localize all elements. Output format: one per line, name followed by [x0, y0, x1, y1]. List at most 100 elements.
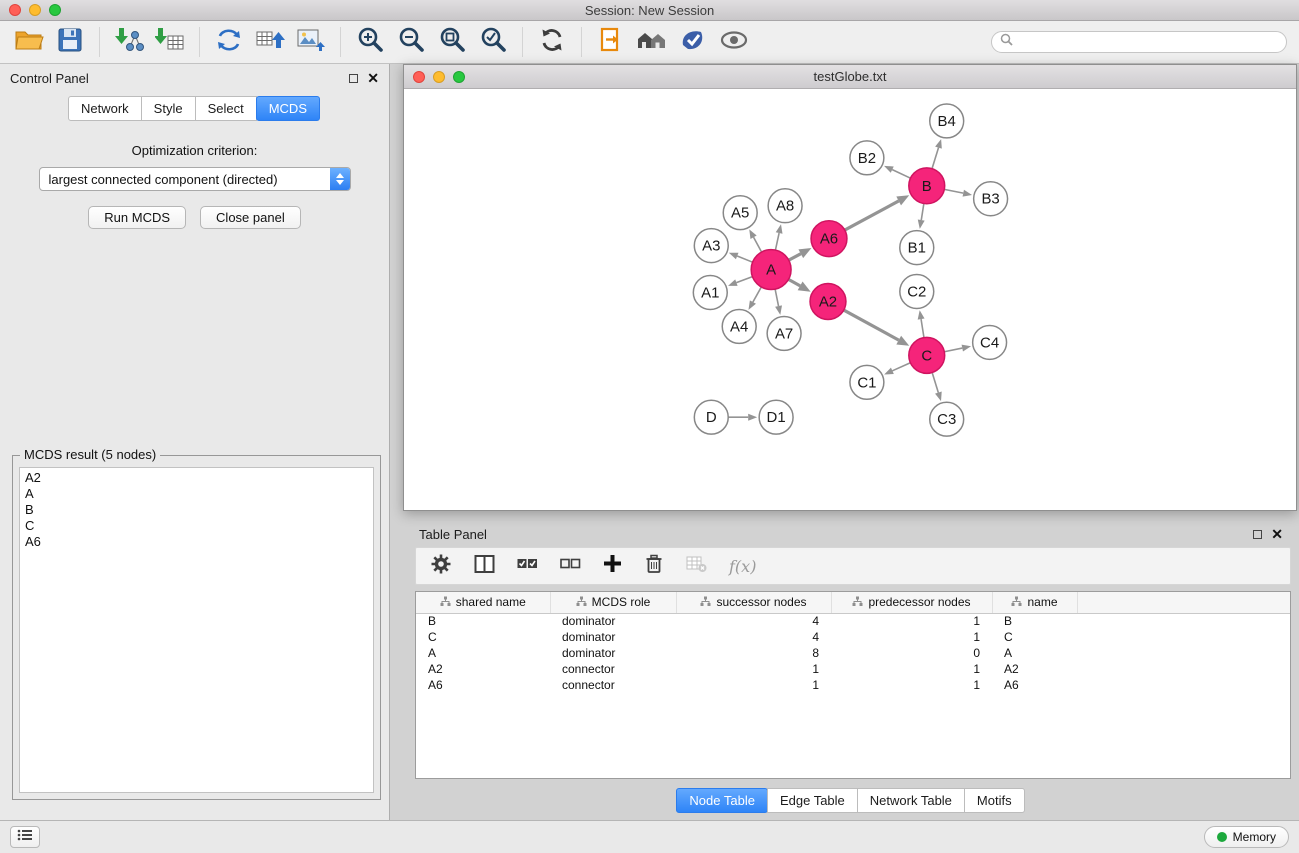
import-table-button[interactable]	[153, 25, 187, 59]
result-item[interactable]: C	[25, 518, 368, 534]
zoom-in-button[interactable]	[353, 25, 387, 59]
table-row[interactable]: A2connector11A2	[416, 661, 1290, 677]
node-A4[interactable]: A4	[722, 309, 756, 343]
node-B4[interactable]: B4	[930, 104, 964, 138]
export-table-button[interactable]	[253, 25, 287, 59]
node-A7[interactable]: A7	[767, 316, 801, 350]
node-C3[interactable]: C3	[930, 402, 964, 436]
result-item[interactable]: B	[25, 502, 368, 518]
export-network-button[interactable]	[212, 25, 246, 59]
node-A8[interactable]: A8	[768, 189, 802, 223]
edge-A-A7[interactable]	[775, 289, 782, 315]
tab-network[interactable]: Network	[68, 96, 142, 121]
deselect-all-button[interactable]	[560, 555, 581, 577]
column-header-predecessor-nodes[interactable]: predecessor nodes	[831, 592, 992, 613]
node-C[interactable]: C	[909, 337, 945, 373]
close-window-button[interactable]	[9, 4, 21, 16]
edge-D-D1[interactable]	[728, 414, 757, 421]
task-history-button[interactable]	[10, 826, 40, 848]
column-header-name[interactable]: name	[992, 592, 1077, 613]
column-header-shared-name[interactable]: shared name	[416, 592, 550, 613]
select-all-button[interactable]	[517, 555, 538, 577]
show-hide-button[interactable]	[717, 25, 751, 59]
edge-A-A1[interactable]	[728, 277, 752, 286]
edge-A2-C[interactable]	[844, 310, 909, 346]
edge-A-A5[interactable]	[749, 229, 761, 252]
function-builder-button[interactable]: f(x)	[729, 557, 756, 576]
add-row-button[interactable]	[603, 554, 622, 578]
zoom-network-window-button[interactable]	[453, 71, 465, 83]
float-panel-icon[interactable]	[349, 74, 358, 83]
node-B1[interactable]: B1	[900, 231, 934, 265]
delete-row-button[interactable]	[644, 553, 664, 579]
node-C4[interactable]: C4	[973, 325, 1007, 359]
refresh-layout-button[interactable]	[535, 25, 569, 59]
tab-network-table[interactable]: Network Table	[857, 788, 965, 813]
home-button[interactable]	[635, 25, 669, 59]
edge-B-B3[interactable]	[944, 189, 972, 196]
open-session-button[interactable]	[12, 25, 46, 59]
save-session-button[interactable]	[53, 25, 87, 59]
float-table-panel-icon[interactable]	[1253, 530, 1262, 539]
table-row[interactable]: Bdominator41B	[416, 613, 1290, 629]
node-A3[interactable]: A3	[694, 229, 728, 263]
zoom-fit-button[interactable]	[435, 25, 469, 59]
network-canvas[interactable]: AA6A2BCA5A8A3A1A4A7B4B2B3B1C2C4C1C3DD1	[404, 90, 1296, 510]
run-mcds-button[interactable]: Run MCDS	[88, 206, 186, 229]
edge-A-A4[interactable]	[748, 287, 761, 310]
tab-node-table[interactable]: Node Table	[676, 788, 768, 813]
zoom-selected-button[interactable]	[476, 25, 510, 59]
export-image-button[interactable]	[294, 25, 328, 59]
result-item[interactable]: A6	[25, 534, 368, 550]
zoom-window-button[interactable]	[49, 4, 61, 16]
table-settings-button[interactable]	[430, 553, 452, 580]
close-panel-icon[interactable]: ✕	[367, 71, 379, 85]
open-file-button[interactable]	[594, 25, 628, 59]
tab-mcds[interactable]: MCDS	[256, 96, 320, 121]
column-header-successor-nodes[interactable]: successor nodes	[676, 592, 831, 613]
show-columns-button[interactable]	[474, 554, 495, 579]
edge-C-C3[interactable]	[932, 373, 942, 402]
node-B2[interactable]: B2	[850, 141, 884, 175]
tab-select[interactable]: Select	[195, 96, 257, 121]
edge-A-A6[interactable]	[789, 248, 812, 260]
table-row[interactable]: Adominator80A	[416, 645, 1290, 661]
memory-button[interactable]: Memory	[1204, 826, 1289, 848]
edge-A-A3[interactable]	[729, 253, 753, 262]
tab-style[interactable]: Style	[141, 96, 196, 121]
node-C2[interactable]: C2	[900, 275, 934, 309]
minimize-window-button[interactable]	[29, 4, 41, 16]
optimization-criterion-select[interactable]: largest connected component (directed)	[39, 167, 351, 191]
close-panel-button[interactable]: Close panel	[200, 206, 301, 229]
node-A6[interactable]: A6	[811, 221, 847, 257]
edge-A-A2[interactable]	[788, 279, 810, 291]
node-C1[interactable]: C1	[850, 365, 884, 399]
delete-table-button[interactable]	[686, 554, 707, 578]
close-table-panel-icon[interactable]: ✕	[1271, 527, 1283, 541]
zoom-out-button[interactable]	[394, 25, 428, 59]
node-B3[interactable]: B3	[974, 182, 1008, 216]
table-row[interactable]: A6connector11A6	[416, 677, 1290, 693]
edge-A-A8[interactable]	[775, 224, 782, 250]
apply-style-button[interactable]	[676, 25, 710, 59]
table-row[interactable]: Cdominator41C	[416, 629, 1290, 645]
edge-B-B2[interactable]	[884, 166, 910, 178]
tab-motifs[interactable]: Motifs	[964, 788, 1025, 813]
edge-C-C1[interactable]	[884, 363, 910, 375]
edge-A6-B[interactable]	[845, 195, 909, 230]
node-D1[interactable]: D1	[759, 400, 793, 434]
node-A[interactable]: A	[751, 250, 791, 290]
close-network-window-button[interactable]	[413, 71, 425, 83]
node-D[interactable]: D	[694, 400, 728, 434]
search-input[interactable]	[1018, 35, 1278, 49]
edge-B-B4[interactable]	[932, 139, 942, 169]
edge-B-B1[interactable]	[918, 204, 925, 229]
node-A2[interactable]: A2	[810, 284, 846, 320]
result-item[interactable]: A	[25, 486, 368, 502]
column-header-MCDS-role[interactable]: MCDS role	[550, 592, 676, 613]
result-item[interactable]: A2	[25, 470, 368, 486]
import-network-button[interactable]	[112, 25, 146, 59]
edge-C-C2[interactable]	[918, 310, 925, 337]
tab-edge-table[interactable]: Edge Table	[767, 788, 858, 813]
edge-C-C4[interactable]	[944, 345, 971, 352]
